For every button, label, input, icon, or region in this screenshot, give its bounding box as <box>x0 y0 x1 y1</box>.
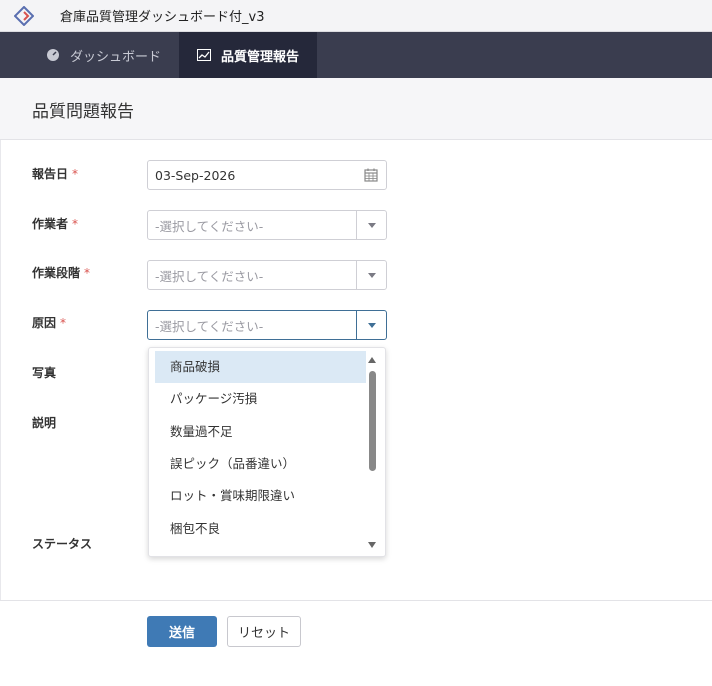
report-date-label: 報告日 * <box>32 167 79 181</box>
cause-select[interactable]: -選択してください- <box>147 310 387 340</box>
dropdown-option[interactable]: 梱包不良 <box>155 513 366 545</box>
reset-button[interactable]: リセット <box>227 616 301 647</box>
dropdown-option[interactable]: ロット・賞味期限違い <box>155 480 366 512</box>
worker-placeholder: -選択してください- <box>155 218 264 234</box>
report-date-value: 03-Sep-2026 <box>155 167 236 183</box>
tab-quality-report-label: 品質管理報告 <box>221 49 300 65</box>
work-stage-select[interactable]: -選択してください- <box>147 260 387 290</box>
chevron-down-icon[interactable] <box>356 211 386 239</box>
cause-dropdown-list[interactable]: 商品破損 パッケージ汚損 数量過不足 誤ピック（品番違い） ロット・賞味期限違い… <box>148 347 386 557</box>
tab-dashboard-label: ダッシュボード <box>70 49 162 65</box>
top-nav: ダッシュボード 品質管理報告 <box>0 32 712 78</box>
required-mark: * <box>72 167 79 181</box>
page-title: 品質問題報告 <box>32 102 134 122</box>
worker-label: 作業者 * <box>32 217 79 231</box>
chevron-down-icon[interactable] <box>356 311 386 339</box>
chart-icon <box>197 49 212 61</box>
chevron-down-icon[interactable] <box>356 261 386 289</box>
scrollbar-thumb[interactable] <box>369 371 376 471</box>
tab-dashboard[interactable]: ダッシュボード <box>0 32 179 78</box>
cause-label: 原因 * <box>32 316 67 330</box>
app-title: 倉庫品質管理ダッシュボード付_v3 <box>60 10 265 25</box>
description-label: 説明 <box>32 416 57 430</box>
worker-select[interactable]: -選択してください- <box>147 210 387 240</box>
work-stage-label: 作業段階 * <box>32 266 91 280</box>
dropdown-option[interactable]: 商品破損 <box>155 351 366 383</box>
title-bar: 倉庫品質管理ダッシュボード付_v3 <box>0 0 712 32</box>
scroll-down-arrow-icon[interactable] <box>368 542 376 548</box>
required-mark: * <box>84 266 91 280</box>
diamond-logo-icon[interactable] <box>8 0 40 32</box>
gauge-icon <box>46 48 60 62</box>
status-label: ステータス <box>32 537 93 551</box>
divider <box>0 600 712 601</box>
page-header: 品質問題報告 <box>0 78 712 140</box>
required-mark: * <box>72 217 79 231</box>
report-date-input[interactable]: 03-Sep-2026 <box>147 160 387 190</box>
photo-label: 写真 <box>32 366 57 380</box>
dropdown-option[interactable]: 誤ピック（品番違い） <box>155 448 366 480</box>
work-stage-placeholder: -選択してください- <box>155 268 264 284</box>
calendar-icon[interactable] <box>356 168 386 182</box>
tab-quality-report[interactable]: 品質管理報告 <box>179 32 318 78</box>
submit-button[interactable]: 送信 <box>147 616 217 647</box>
scroll-up-arrow-icon[interactable] <box>368 357 376 363</box>
dropdown-option[interactable]: 数量過不足 <box>155 416 366 448</box>
dropdown-option[interactable]: パッケージ汚損 <box>155 383 366 415</box>
divider <box>0 140 1 600</box>
required-mark: * <box>60 316 67 330</box>
cause-placeholder: -選択してください- <box>155 318 264 334</box>
